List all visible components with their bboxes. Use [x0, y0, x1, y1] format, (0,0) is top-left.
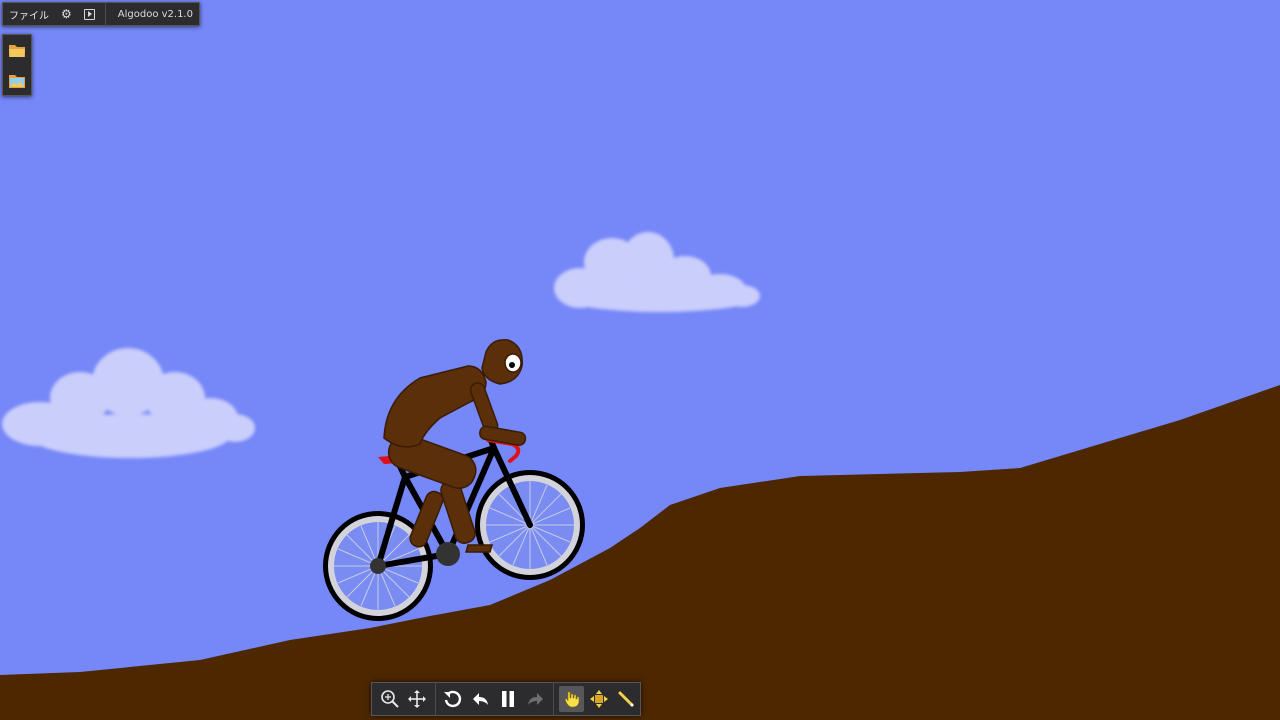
- pause-button[interactable]: [495, 686, 520, 712]
- pan-button[interactable]: [404, 686, 429, 712]
- drag-tool-icon: [564, 691, 579, 708]
- top-menu-bar: ファイル ⚙ Algodoo v2.1.0: [2, 2, 200, 26]
- toolbar-divider: [553, 682, 554, 716]
- pause-icon: [502, 691, 515, 707]
- drag-tool-button[interactable]: [559, 686, 585, 712]
- open-file-button[interactable]: [6, 39, 28, 61]
- sketch-tool-icon: [618, 691, 634, 707]
- zoom-icon: [380, 690, 399, 708]
- menu-divider: [104, 3, 106, 25]
- scene[interactable]: [0, 0, 1280, 720]
- redo-button[interactable]: [523, 686, 548, 712]
- file-menu-label: ファイル: [9, 10, 49, 22]
- rider-pupil: [509, 362, 515, 368]
- scene-browser-button[interactable]: [6, 69, 28, 91]
- scene-browser-icon: [9, 75, 25, 88]
- reset-icon: [444, 690, 462, 708]
- toolbar-divider: [434, 682, 436, 716]
- pan-icon: [408, 690, 427, 708]
- settings-gear-icon: ⚙: [61, 7, 72, 21]
- settings-button[interactable]: ⚙: [55, 3, 78, 25]
- rear-hub: [370, 558, 386, 574]
- undo-button[interactable]: [468, 686, 493, 712]
- file-menu[interactable]: ファイル: [3, 3, 55, 25]
- undo-icon: [472, 693, 488, 705]
- sketch-tool-button[interactable]: [614, 686, 639, 712]
- bottom-toolbar: [371, 682, 641, 716]
- reset-button[interactable]: [441, 686, 466, 712]
- play-window-button[interactable]: [78, 3, 101, 25]
- zoom-button[interactable]: [377, 686, 402, 712]
- simulation-canvas[interactable]: ファイル ⚙ Algodoo v2.1.0: [0, 0, 1280, 720]
- play-window-icon: [83, 8, 95, 20]
- redo-icon: [528, 693, 544, 705]
- move-tool-icon: [590, 690, 609, 708]
- move-tool-button[interactable]: [586, 686, 611, 712]
- version-label: Algodoo v2.1.0: [117, 8, 193, 20]
- chainring[interactable]: [436, 542, 460, 566]
- side-panel: [2, 34, 32, 96]
- folder-icon: [9, 45, 25, 57]
- rider-foot: [465, 544, 493, 553]
